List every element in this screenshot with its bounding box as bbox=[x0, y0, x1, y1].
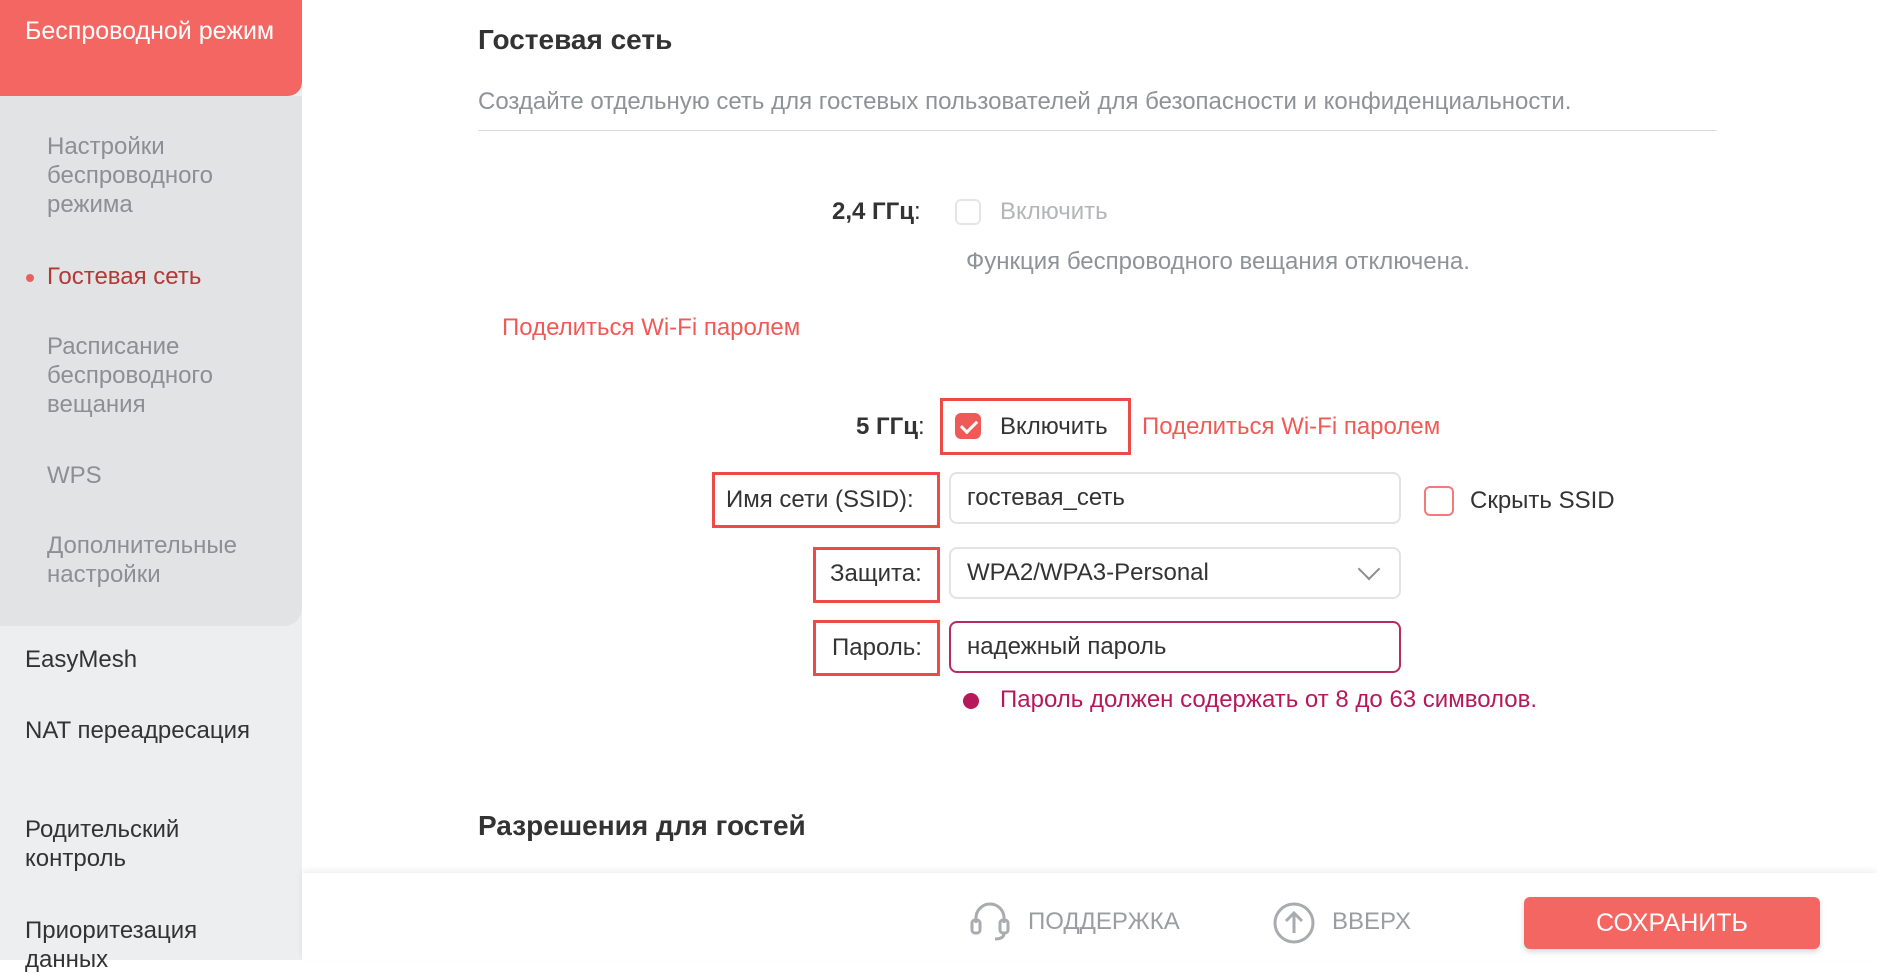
active-indicator-dot bbox=[26, 274, 34, 282]
main-content: Гостевая сеть Создайте отдельную сеть дл… bbox=[302, 0, 1877, 960]
error-dot-icon bbox=[963, 693, 979, 709]
sidebar-subitem-advanced[interactable]: Дополнительные настройки bbox=[47, 531, 287, 589]
band24-share-link[interactable]: Поделиться Wi-Fi паролем bbox=[502, 314, 800, 342]
band24-enable-label: Включить bbox=[1000, 198, 1108, 225]
sidebar-subitem-wireless-schedule[interactable]: Расписание беспроводного вещания bbox=[47, 332, 287, 419]
band5-label: 5 ГГц: bbox=[856, 413, 925, 440]
sidebar-subitem-wps[interactable]: WPS bbox=[47, 461, 287, 490]
section-description: Создайте отдельную сеть для гостевых пол… bbox=[478, 88, 1572, 115]
ssid-input[interactable]: гостевая_сеть bbox=[949, 472, 1401, 524]
password-label: Пароль: bbox=[832, 634, 922, 661]
section-title-guest: Гостевая сеть bbox=[478, 24, 673, 55]
band5-enable-label: Включить bbox=[1000, 413, 1108, 440]
band5-enable-checkbox[interactable] bbox=[955, 413, 981, 439]
ssid-label: Имя сети (SSID): bbox=[726, 486, 914, 513]
band24-label-text: 2,4 ГГц bbox=[832, 198, 914, 225]
band24-notice: Функция беспроводного вещания отключена. bbox=[966, 248, 1470, 275]
divider bbox=[478, 130, 1717, 131]
sidebar-item-nat[interactable]: NAT переадресация bbox=[25, 716, 285, 745]
sidebar-subitem-wireless-settings[interactable]: Настройки беспроводного режима bbox=[47, 132, 287, 219]
hide-ssid-label: Скрыть SSID bbox=[1470, 487, 1615, 514]
sidebar-item-easymesh[interactable]: EasyMesh bbox=[25, 645, 285, 674]
support-button[interactable]: ПОДДЕРЖКА bbox=[1028, 908, 1180, 936]
band5-share-link[interactable]: Поделиться Wi-Fi паролем bbox=[1142, 413, 1440, 441]
sidebar-item-wireless[interactable]: Беспроводной режим bbox=[0, 0, 302, 96]
sidebar-subitem-guest-network[interactable]: Гостевая сеть bbox=[47, 262, 287, 291]
section-title-permissions: Разрешения для гостей bbox=[478, 810, 806, 841]
security-select-value: WPA2/WPA3-Personal bbox=[967, 559, 1209, 586]
top-button[interactable]: ВВЕРХ bbox=[1332, 908, 1411, 936]
arrow-up-circle-icon bbox=[1273, 902, 1315, 944]
security-label: Защита: bbox=[830, 560, 922, 587]
chevron-down-icon bbox=[1357, 557, 1381, 581]
sidebar-item-parental[interactable]: Родительский контроль bbox=[25, 815, 285, 873]
sidebar-item-qos[interactable]: Приоритезация данных bbox=[25, 916, 285, 974]
password-input[interactable]: надежный пароль bbox=[949, 621, 1401, 673]
band24-enable-checkbox[interactable] bbox=[955, 199, 981, 225]
hide-ssid-checkbox[interactable] bbox=[1424, 486, 1454, 516]
band5-label-text: 5 ГГц bbox=[856, 413, 918, 440]
headset-icon bbox=[970, 902, 1010, 941]
security-select[interactable]: WPA2/WPA3-Personal bbox=[949, 547, 1401, 599]
footer-bar: ПОДДЕРЖКА ВВЕРХ СОХРАНИТЬ bbox=[302, 873, 1877, 960]
password-error: Пароль должен содержать от 8 до 63 симво… bbox=[1000, 686, 1538, 713]
save-button[interactable]: СОХРАНИТЬ bbox=[1524, 897, 1820, 949]
sidebar-item-label: Беспроводной режим bbox=[25, 17, 275, 45]
sidebar: Беспроводной режим Настройки беспроводно… bbox=[0, 0, 302, 973]
